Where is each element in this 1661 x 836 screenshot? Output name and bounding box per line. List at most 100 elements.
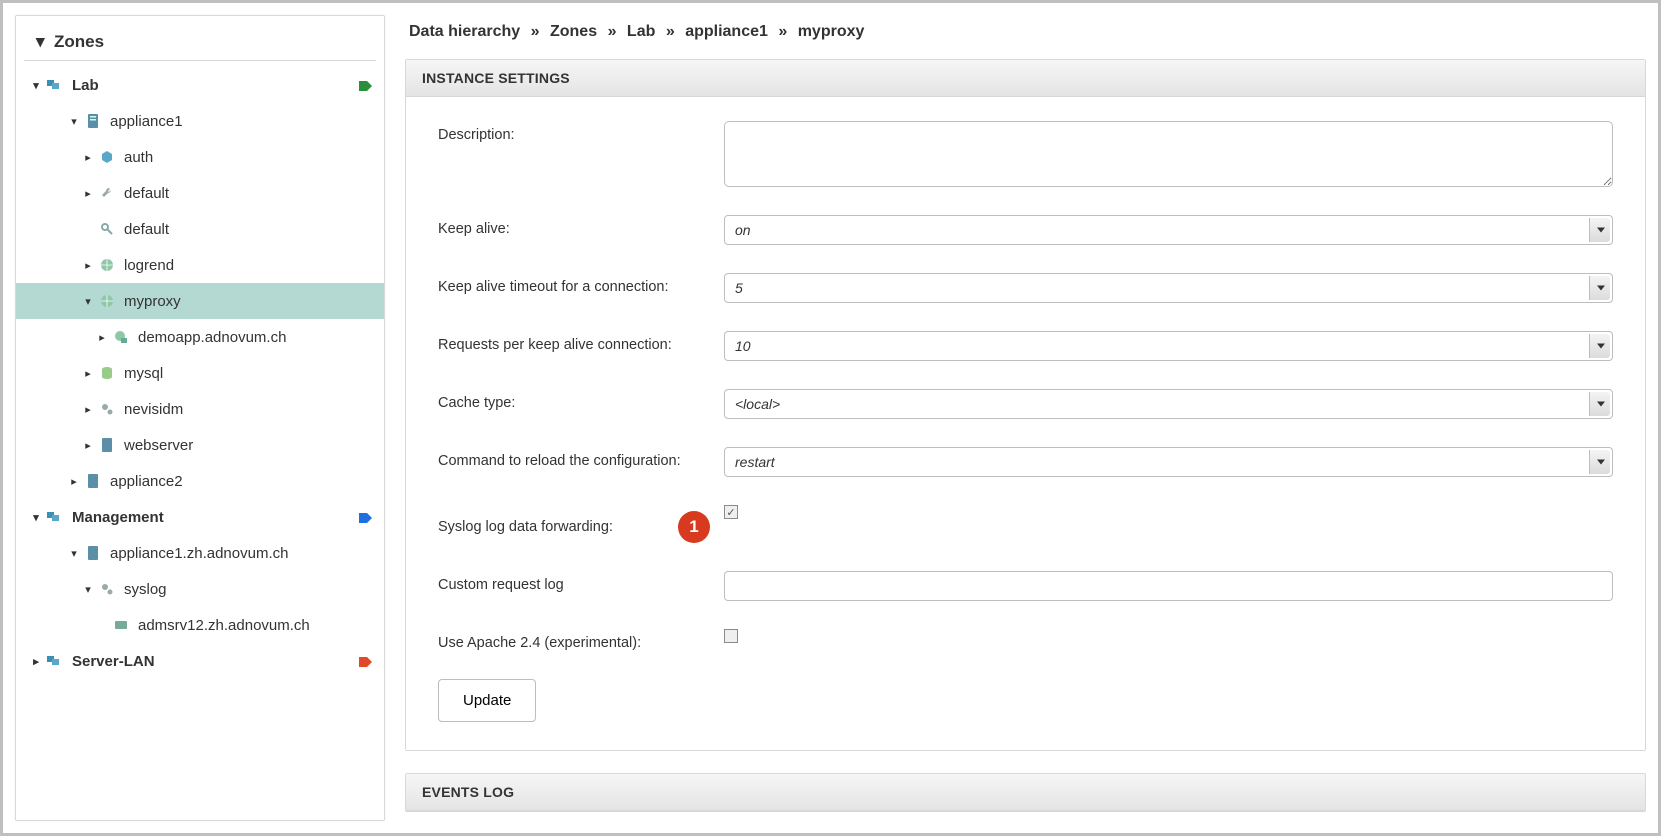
- keepalive-select[interactable]: on: [724, 215, 1613, 245]
- tree-group-serverlan[interactable]: ▸ Server-LAN: [16, 643, 384, 679]
- server-icon: [98, 436, 116, 454]
- breadcrumb-item[interactable]: Lab: [627, 23, 655, 40]
- globe-icon: [98, 292, 116, 310]
- select-value: on: [735, 222, 751, 238]
- tree-node-appliance1-zh[interactable]: ▾ appliance1.zh.adnovum.ch: [16, 535, 384, 571]
- tree-node-myproxy[interactable]: ▾ myproxy: [16, 283, 384, 319]
- tree-node-label: admsrv12.zh.adnovum.ch: [138, 617, 384, 634]
- tree-node-default-wrench[interactable]: ▸ default: [16, 175, 384, 211]
- description-textarea[interactable]: [724, 121, 1613, 187]
- tag-icon: [358, 79, 374, 91]
- label-apache24: Use Apache 2.4 (experimental):: [438, 629, 724, 651]
- gears-icon: [98, 400, 116, 418]
- label-description: Description:: [438, 121, 724, 143]
- custom-request-log-input[interactable]: [724, 571, 1613, 601]
- chevron-down-icon: ▾: [68, 547, 80, 559]
- panel-events-log: EVENTS LOG: [405, 773, 1646, 812]
- tree-title: Zones: [54, 32, 104, 52]
- apache24-checkbox[interactable]: [724, 629, 738, 643]
- breadcrumb-sep-icon: »: [666, 23, 675, 40]
- chevron-down-icon: ▾: [68, 115, 80, 127]
- label-keepalive-timeout: Keep alive timeout for a connection:: [438, 273, 724, 295]
- sidebar: ▾ Zones ▾ Lab ▾ appliance1 ▸ auth ▸: [15, 15, 385, 821]
- tree-group-label: Management: [72, 509, 358, 526]
- tag-icon: [358, 511, 374, 523]
- breadcrumb: Data hierarchy » Zones » Lab » appliance…: [405, 15, 1646, 59]
- breadcrumb-sep-icon: »: [778, 23, 787, 40]
- tag-icon: [358, 655, 374, 667]
- breadcrumb-sep-icon: »: [531, 23, 540, 40]
- cache-type-select[interactable]: <local>: [724, 389, 1613, 419]
- globe-icon: [98, 256, 116, 274]
- chevron-right-icon: ▸: [82, 439, 94, 451]
- syslog-forwarding-checkbox[interactable]: ✓: [724, 505, 738, 519]
- breadcrumb-item[interactable]: Zones: [550, 23, 597, 40]
- tree-node-label: default: [124, 221, 384, 238]
- keepalive-timeout-select[interactable]: 5: [724, 273, 1613, 303]
- chevron-right-icon: ▸: [96, 331, 108, 343]
- tree-group-lab[interactable]: ▾ Lab: [16, 67, 384, 103]
- annotation-badge: 1: [678, 511, 710, 543]
- wrench-icon: [98, 184, 116, 202]
- update-button[interactable]: Update: [438, 679, 536, 722]
- select-value: 10: [735, 338, 751, 354]
- tree-node-admsrv12[interactable]: admsrv12.zh.adnovum.ch: [16, 607, 384, 643]
- tree-node-logrend[interactable]: ▸ logrend: [16, 247, 384, 283]
- requests-per-keepalive-select[interactable]: 10: [724, 331, 1613, 361]
- tree-node-auth[interactable]: ▸ auth: [16, 139, 384, 175]
- chevron-right-icon: ▸: [82, 151, 94, 163]
- chevron-right-icon: ▸: [82, 367, 94, 379]
- tree-node-syslog[interactable]: ▾ syslog: [16, 571, 384, 607]
- panel-header: INSTANCE SETTINGS: [406, 60, 1645, 97]
- tree-node-label: syslog: [124, 581, 384, 598]
- panel-header: EVENTS LOG: [406, 774, 1645, 811]
- reload-command-select[interactable]: restart: [724, 447, 1613, 477]
- breadcrumb-sep-icon: »: [608, 23, 617, 40]
- chevron-down-icon: [1597, 344, 1605, 349]
- tree-node-label: appliance1.zh.adnovum.ch: [110, 545, 384, 562]
- breadcrumb-item[interactable]: appliance1: [685, 23, 768, 40]
- tree-node-nevisidm[interactable]: ▸ nevisidm: [16, 391, 384, 427]
- tree-header-zones[interactable]: ▾ Zones: [24, 26, 376, 61]
- tree-node-label: demoapp.adnovum.ch: [138, 329, 384, 346]
- label-syslog-forwarding: Syslog log data forwarding: 1: [438, 505, 724, 543]
- key-icon: [98, 220, 116, 238]
- zone-icon: [46, 76, 64, 94]
- server-icon: [84, 472, 102, 490]
- tree-node-webserver[interactable]: ▸ webserver: [16, 427, 384, 463]
- zone-icon: [46, 652, 64, 670]
- label-keepalive: Keep alive:: [438, 215, 724, 237]
- chevron-down-icon: [1597, 460, 1605, 465]
- chevron-down-icon: ▾: [82, 295, 94, 307]
- chevron-down-icon: ▾: [36, 32, 48, 52]
- tree-node-label: nevisidm: [124, 401, 384, 418]
- select-value: <local>: [735, 396, 780, 412]
- chevron-down-icon: [1597, 228, 1605, 233]
- cube-icon: [98, 148, 116, 166]
- tree-node-appliance2[interactable]: ▸ appliance2: [16, 463, 384, 499]
- label-requests-per-keepalive: Requests per keep alive connection:: [438, 331, 724, 353]
- chevron-down-icon: [1597, 286, 1605, 291]
- tree-node-label: myproxy: [124, 293, 384, 310]
- label-custom-request-log: Custom request log: [438, 571, 724, 593]
- tree-group-label: Server-LAN: [72, 653, 358, 670]
- tree-node-mysql[interactable]: ▸ mysql: [16, 355, 384, 391]
- tree-node-label: appliance2: [110, 473, 384, 490]
- breadcrumb-item[interactable]: myproxy: [798, 23, 865, 40]
- chevron-right-icon: ▸: [82, 403, 94, 415]
- tree-node-demoapp[interactable]: ▸ demoapp.adnovum.ch: [16, 319, 384, 355]
- chevron-down-icon: ▾: [30, 511, 42, 523]
- tree-node-default-key[interactable]: default: [16, 211, 384, 247]
- tree-group-management[interactable]: ▾ Management: [16, 499, 384, 535]
- label-text: Syslog log data forwarding:: [438, 519, 613, 535]
- blank-icon: [82, 223, 94, 235]
- tree-node-appliance1[interactable]: ▾ appliance1: [16, 103, 384, 139]
- tree-node-label: mysql: [124, 365, 384, 382]
- blank-icon: [96, 619, 108, 631]
- breadcrumb-item[interactable]: Data hierarchy: [409, 23, 520, 40]
- gears-icon: [98, 580, 116, 598]
- database-icon: [98, 364, 116, 382]
- panel-instance-settings: INSTANCE SETTINGS Description: Keep aliv…: [405, 59, 1646, 751]
- chevron-right-icon: ▸: [82, 259, 94, 271]
- chevron-right-icon: ▸: [82, 187, 94, 199]
